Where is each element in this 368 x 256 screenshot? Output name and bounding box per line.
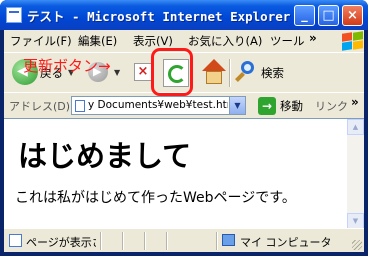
minimize-button[interactable]: _ — [294, 5, 315, 26]
menu-item-file[interactable]: ファイル(F) — [10, 33, 72, 49]
status-separator — [216, 232, 218, 250]
address-value[interactable]: y Documents¥web¥test.html — [88, 99, 228, 111]
menu-item-favorites[interactable]: お気に入り(A) — [188, 33, 262, 49]
status-separator — [144, 232, 146, 250]
menu-item-view[interactable]: 表示(V) — [133, 33, 173, 49]
page-heading: はじめまして — [18, 139, 192, 173]
links-more-chevron-icon[interactable]: » — [351, 95, 359, 109]
menu-item-edit[interactable]: 編集(E) — [78, 33, 117, 49]
status-separator — [100, 232, 102, 250]
page-paragraph: これは私がはじめて作ったWebページです。 — [15, 190, 296, 206]
search-button-label[interactable]: 検索 — [261, 65, 284, 81]
scroll-down-arrow-icon[interactable]: ▼ — [347, 213, 364, 228]
address-input[interactable]: y Documents¥web¥test.html ▼ — [71, 96, 246, 115]
close-button[interactable]: × — [342, 5, 363, 26]
status-separator — [122, 232, 124, 250]
go-button-label[interactable]: 移動 — [280, 98, 303, 114]
address-dropdown-icon[interactable]: ▼ — [229, 97, 245, 114]
go-arrow-icon[interactable]: → — [258, 97, 276, 115]
status-text: ページが表示さ — [26, 236, 96, 249]
security-zone: マイ コンピュータ — [240, 236, 332, 249]
search-icon[interactable] — [235, 61, 257, 83]
toolbar-separator — [229, 59, 231, 87]
status-bar: ページが表示さ マイ コンピュータ — [4, 228, 364, 252]
window-title: テスト - Microsoft Internet Explorer — [27, 9, 291, 24]
ie-page-icon — [6, 7, 22, 23]
menu-more-chevron-icon[interactable]: » — [309, 31, 317, 45]
ie-page-icon — [75, 100, 85, 112]
menu-item-tools[interactable]: ツール — [270, 33, 305, 49]
maximize-button[interactable]: □ — [318, 5, 339, 26]
stop-icon[interactable]: × — [134, 63, 152, 81]
vertical-scrollbar[interactable]: ▲ ▼ — [347, 119, 364, 228]
resize-grip[interactable] — [352, 240, 362, 250]
title-bar[interactable]: テスト - Microsoft Internet Explorer _ □ × — [0, 0, 368, 30]
refresh-annotation: 更新ボタン→ — [23, 57, 111, 75]
status-separator — [166, 232, 168, 250]
page-content: はじめまして これは私がはじめて作ったWebページです。 ▲ ▼ — [4, 118, 364, 228]
browser-window: テスト - Microsoft Internet Explorer _ □ × … — [0, 0, 368, 256]
home-icon[interactable] — [202, 59, 226, 85]
ie-page-icon — [9, 234, 22, 247]
forward-dropdown-icon[interactable]: ▼ — [114, 68, 120, 77]
scroll-up-arrow-icon[interactable]: ▲ — [347, 119, 364, 135]
links-label[interactable]: リンク — [315, 98, 348, 114]
computer-icon — [222, 234, 235, 246]
windows-logo-icon — [334, 30, 364, 52]
address-label: アドレス(D) — [9, 100, 71, 113]
refresh-button-highlight — [151, 48, 193, 96]
